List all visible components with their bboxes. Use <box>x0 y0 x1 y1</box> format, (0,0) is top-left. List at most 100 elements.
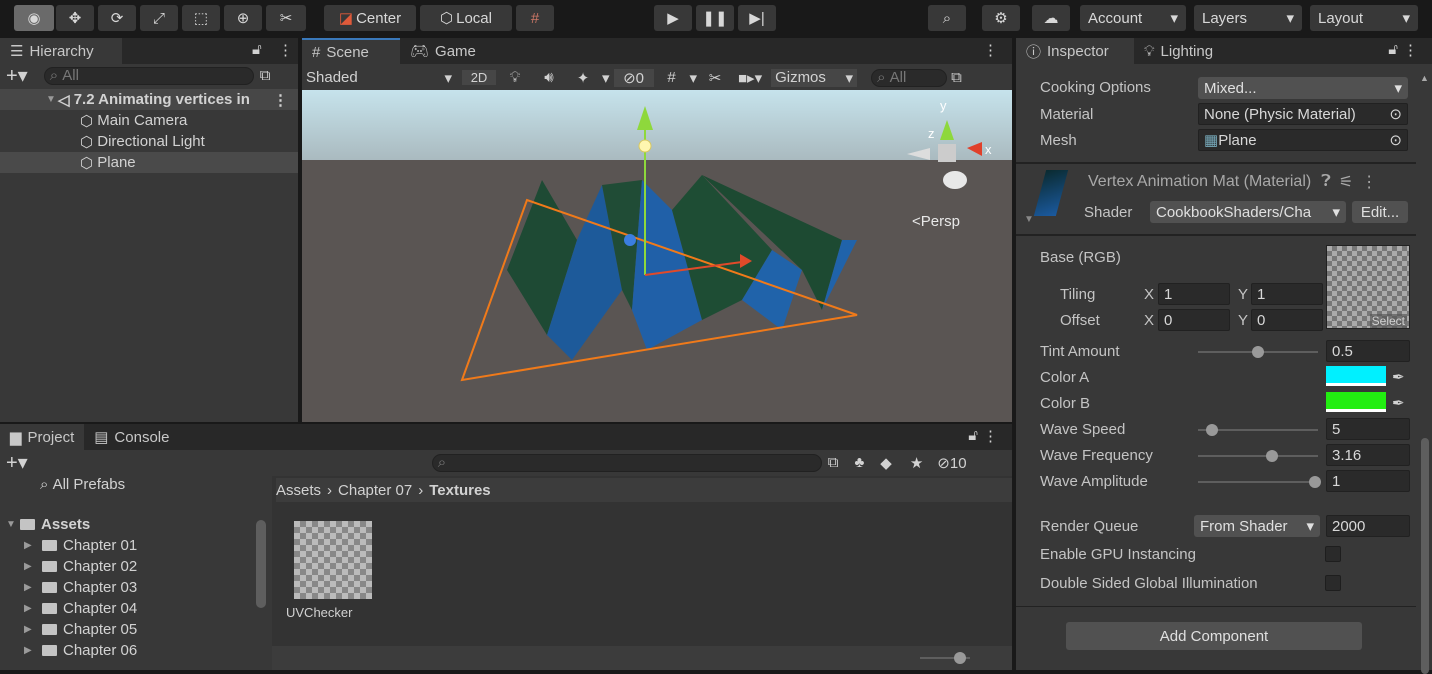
presets-icon[interactable]: ⚟ <box>1339 172 1353 192</box>
hidden-packages-toggle[interactable]: ⊘10 <box>937 454 966 472</box>
edit-shader-button[interactable]: Edit... <box>1352 201 1408 223</box>
more-menu-icon[interactable]: ⋮ <box>273 91 288 109</box>
double-sided-gi-checkbox[interactable] <box>1325 575 1341 591</box>
collapse-arrow-icon[interactable]: ▼ <box>1024 214 1034 225</box>
list-item[interactable]: ⬡ Directional Light <box>80 131 205 152</box>
offset-x-field[interactable]: 0 <box>1158 309 1230 331</box>
custom-tool-button[interactable]: ✂ <box>266 5 306 31</box>
physic-material-field[interactable]: None (Physic Material) ⊙ <box>1198 103 1408 125</box>
layout-dropdown[interactable]: Layout ▾ <box>1310 5 1418 31</box>
mesh-field[interactable]: ▦Plane ⊙ <box>1198 129 1408 151</box>
tab-inspector[interactable]: ⓘ Inspector <box>1016 38 1134 64</box>
scroll-up-icon[interactable]: ▲ <box>1420 73 1429 83</box>
project-search-input[interactable]: ⌕ <box>431 453 822 472</box>
object-picker-icon[interactable]: ⊙ <box>1389 105 1402 123</box>
expand-arrow-icon[interactable]: ▶ <box>24 645 36 656</box>
folder-item[interactable]: ▶ Chapter 01 <box>24 535 137 556</box>
grid-snap-button[interactable]: # <box>516 5 554 31</box>
expand-arrow-icon[interactable]: ▶ <box>24 561 36 572</box>
slider-knob[interactable] <box>1206 424 1219 436</box>
lighting-toggle-icon[interactable]: 💡︎ <box>500 69 530 86</box>
shader-dropdown[interactable]: CookbookShaders/Cha ▾ <box>1150 201 1346 223</box>
services-button[interactable]: ⚙ <box>982 5 1020 31</box>
cloud-button[interactable]: ☁ <box>1032 5 1070 31</box>
more-menu-icon[interactable]: ⋮ <box>983 427 998 445</box>
grid-toggle-icon[interactable]: # <box>658 69 686 86</box>
label-filter-icon[interactable]: ◆ <box>880 454 892 472</box>
tab-game[interactable]: 🎮︎ Game <box>400 38 486 64</box>
wave-amplitude-slider[interactable] <box>1198 476 1321 488</box>
rect-tool-button[interactable]: ⬚ <box>182 5 220 31</box>
tiling-y-field[interactable]: 1 <box>1251 283 1323 305</box>
breadcrumb-chapter[interactable]: Chapter 07 <box>338 482 412 499</box>
open-window-icon[interactable]: ⧉ <box>951 69 962 86</box>
gpu-instancing-checkbox[interactable] <box>1325 546 1341 562</box>
open-window-icon[interactable]: ⧉ <box>260 67 271 84</box>
more-menu-icon[interactable]: ⋮ <box>278 41 293 59</box>
wave-speed-slider[interactable] <box>1198 424 1318 436</box>
slider-knob[interactable] <box>1309 476 1321 488</box>
view-tool-button[interactable]: ◉ <box>14 5 54 31</box>
chevron-down-icon[interactable]: ▾ <box>602 69 610 87</box>
folder-item[interactable]: ▶ Chapter 06 <box>24 640 137 661</box>
hidden-objects-toggle[interactable]: ⊘0 <box>613 68 654 87</box>
projection-label[interactable]: <Persp <box>912 213 960 230</box>
expand-arrow-icon[interactable]: ▶ <box>24 540 36 551</box>
wave-amplitude-field[interactable]: 1 <box>1326 470 1410 492</box>
lock-icon[interactable]: 🔓︎ <box>252 41 262 58</box>
expand-arrow-icon[interactable]: ▶ <box>24 582 36 593</box>
step-button[interactable]: ▶| <box>738 5 776 31</box>
expand-arrow-icon[interactable]: ▶ <box>24 624 36 635</box>
list-item[interactable]: ⬡ Main Camera <box>80 110 187 131</box>
tiling-x-field[interactable]: 1 <box>1158 283 1230 305</box>
tint-amount-field[interactable]: 0.5 <box>1326 340 1410 362</box>
folder-item[interactable]: ▶ Chapter 04 <box>24 598 137 619</box>
offset-y-field[interactable]: 0 <box>1251 309 1323 331</box>
all-prefabs-item[interactable]: ⌕ All Prefabs <box>40 474 125 495</box>
list-item-selected[interactable]: ⬡ Plane <box>0 152 298 173</box>
expand-arrow-icon[interactable]: ▼ <box>6 519 18 530</box>
eyedropper-icon[interactable]: ✒ <box>1392 368 1405 386</box>
account-dropdown[interactable]: Account ▾ <box>1080 5 1186 31</box>
tree-scrollbar[interactable] <box>256 520 266 608</box>
pause-button[interactable]: ❚❚ <box>696 5 734 31</box>
effects-toggle-icon[interactable]: ✦ <box>568 69 598 87</box>
more-menu-icon[interactable]: ⋮ <box>983 41 998 59</box>
scale-tool-button[interactable]: ⤢ <box>140 5 178 31</box>
gizmos-dropdown[interactable]: Gizmos ▾ <box>771 68 858 87</box>
slider-knob[interactable] <box>1265 450 1278 462</box>
add-button[interactable]: +▾ <box>6 450 28 475</box>
open-window-icon[interactable]: ⧉ <box>828 454 839 471</box>
tab-lighting[interactable]: 💡︎ Lighting <box>1134 38 1223 64</box>
breadcrumb-assets[interactable]: Assets <box>276 482 321 499</box>
breadcrumb-textures[interactable]: Textures <box>429 482 490 499</box>
color-b-swatch[interactable] <box>1326 392 1386 412</box>
scene-search-input[interactable]: ⌕ All <box>871 68 948 87</box>
help-icon[interactable]: ❓︎ <box>1321 173 1331 191</box>
scene-root-row[interactable]: ▼ ◁ 7.2 Animating vertices in ⋮ <box>0 89 298 110</box>
wave-speed-field[interactable]: 5 <box>1326 418 1410 440</box>
search-button[interactable]: ⌕ <box>928 5 966 31</box>
render-queue-field[interactable]: 2000 <box>1326 515 1410 537</box>
folder-item[interactable]: ▶ Chapter 02 <box>24 556 137 577</box>
z-axis-handle[interactable] <box>624 234 636 246</box>
scene-viewport[interactable]: y z x <Persp <box>302 90 1012 422</box>
lock-icon[interactable]: 🔓︎ <box>1388 41 1398 58</box>
layers-dropdown[interactable]: Layers ▾ <box>1194 5 1302 31</box>
folder-item[interactable]: ▶ Chapter 03 <box>24 577 137 598</box>
more-menu-icon[interactable]: ⋮ <box>1361 172 1377 192</box>
directional-light-icon[interactable] <box>638 139 652 153</box>
tab-project[interactable]: ▆ Project <box>0 424 85 450</box>
assets-folder[interactable]: ▼ Assets <box>6 514 90 535</box>
wave-frequency-field[interactable]: 3.16 <box>1326 444 1410 466</box>
slider-knob[interactable] <box>1252 346 1264 358</box>
expand-arrow-icon[interactable]: ▶ <box>24 603 36 614</box>
draw-mode-dropdown[interactable]: Shaded ▾ <box>306 69 458 87</box>
folder-item[interactable]: ▶ Chapter 05 <box>24 619 137 640</box>
audio-toggle-icon[interactable]: 🔊︎ <box>534 69 564 86</box>
asset-label[interactable]: UVChecker <box>286 605 352 620</box>
hierarchy-search-input[interactable]: ⌕ All <box>43 66 254 85</box>
wave-frequency-slider[interactable] <box>1198 450 1318 462</box>
expand-arrow-icon[interactable]: ▼ <box>46 94 58 105</box>
tools-icon[interactable]: ✂ <box>701 69 729 87</box>
